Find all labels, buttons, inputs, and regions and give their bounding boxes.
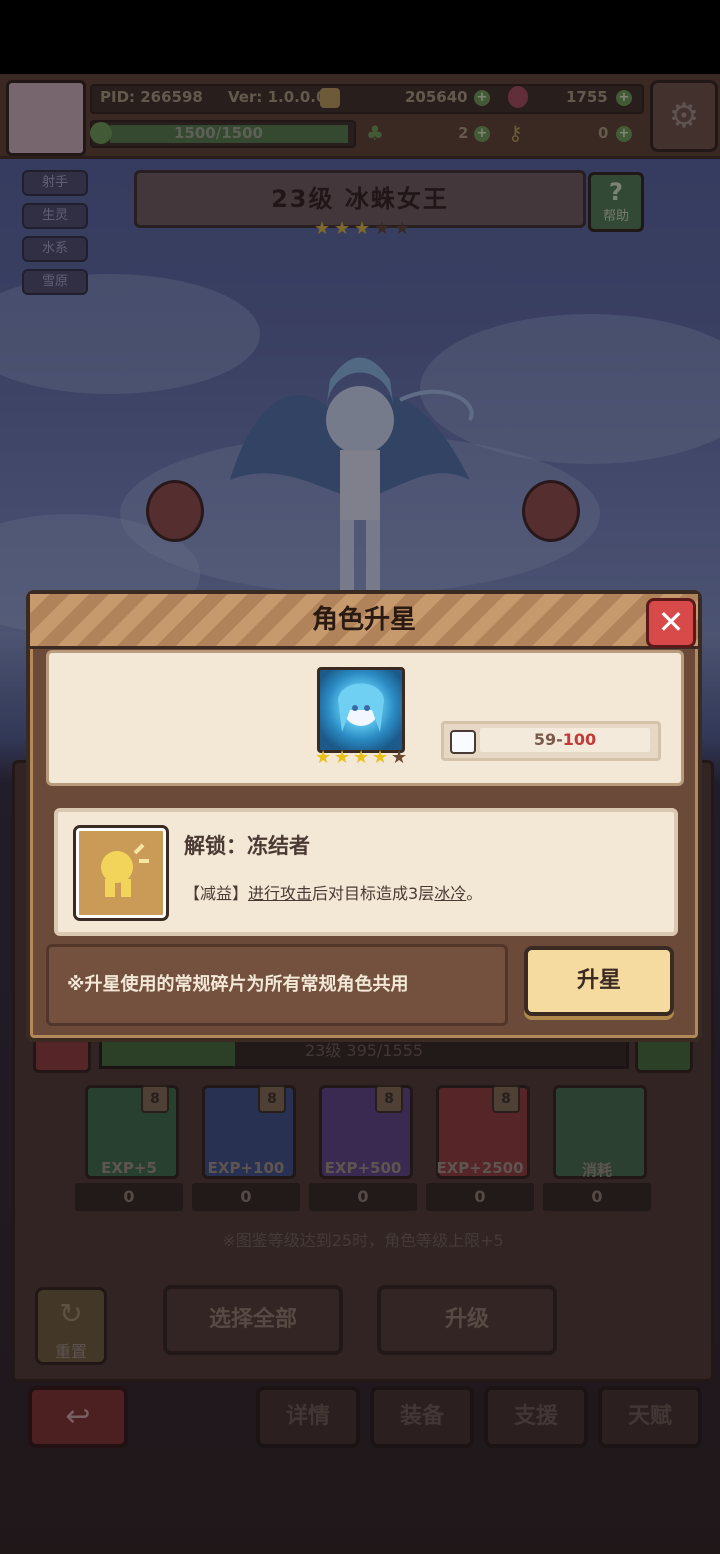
close-button[interactable]: ✕ bbox=[646, 598, 696, 648]
character-portrait-icon bbox=[338, 683, 384, 732]
star-icon: ★ bbox=[372, 747, 389, 768]
shard-note-text: ※升星使用的常规碎片为所有常规角色共用 bbox=[67, 974, 409, 995]
shard-counter: 59-100 bbox=[441, 721, 661, 761]
skill-icon bbox=[73, 825, 169, 921]
debuff-tag: 【减益】 bbox=[184, 884, 249, 903]
shard-note: ※升星使用的常规碎片为所有常规角色共用 bbox=[46, 944, 508, 1026]
character-portrait bbox=[317, 667, 405, 753]
shard-current: 59- bbox=[533, 730, 563, 749]
star-empty-icon: ★ bbox=[391, 747, 408, 768]
star-upgrade-dialog: 角色升星 ✕ ★ ★ ★ ★ ★ 59-100 解锁：冻结者 【减益】进行攻击后… bbox=[26, 590, 702, 1042]
shard-required: 100 bbox=[562, 730, 597, 749]
character-shard-panel: ★ ★ ★ ★ ★ 59-100 bbox=[46, 650, 684, 786]
shard-icon bbox=[450, 730, 476, 754]
star-icon: ★ bbox=[315, 747, 332, 768]
portrait-stars: ★ ★ ★ ★ ★ bbox=[315, 749, 411, 769]
keyword-attack-link[interactable]: 进行攻击 bbox=[248, 884, 312, 903]
dialog-header: 角色升星 ✕ bbox=[30, 594, 698, 649]
close-icon: ✕ bbox=[657, 603, 685, 641]
game-screen: PID: 266598 Ver: 1.0.0.0 205640 + 1755 +… bbox=[0, 0, 720, 1554]
upgrade-star-label: 升星 bbox=[576, 968, 621, 993]
star-icon: ★ bbox=[353, 747, 370, 768]
desc-end: 。 bbox=[466, 884, 483, 903]
shard-count: 59-100 bbox=[480, 728, 650, 752]
upgrade-star-button[interactable]: 升星 bbox=[524, 946, 674, 1016]
desc-mid: 后对目标造成3层 bbox=[312, 884, 435, 903]
dialog-title: 角色升星 bbox=[311, 605, 416, 635]
star-icon: ★ bbox=[334, 747, 351, 768]
freeze-skill-icon bbox=[101, 843, 149, 897]
unlock-title: 解锁：冻结者 bbox=[184, 834, 310, 858]
keyword-chill-link[interactable]: 冰冷 bbox=[434, 884, 466, 903]
skill-description: 【减益】进行攻击后对目标造成3层冰冷。 bbox=[184, 880, 482, 904]
unlock-skill-panel: 解锁：冻结者 【减益】进行攻击后对目标造成3层冰冷。 bbox=[54, 808, 678, 936]
